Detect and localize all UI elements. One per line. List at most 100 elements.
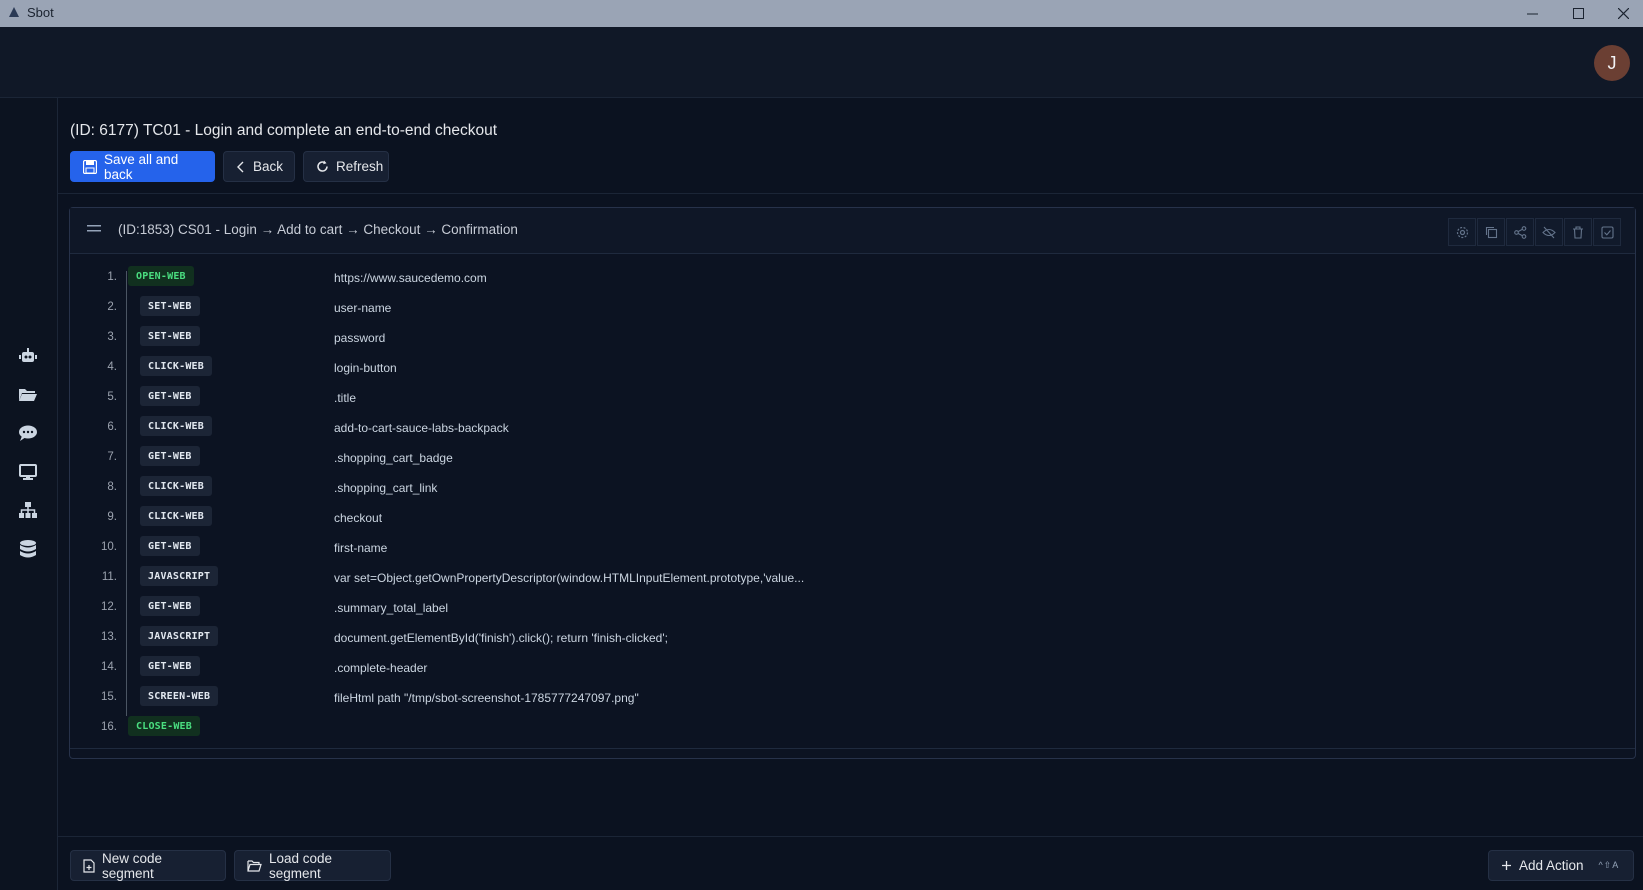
save-all-and-back-button[interactable]: Save all and back [70,151,215,182]
step-number: 7. [107,451,117,463]
action-badge[interactable]: JAVASCRIPT [140,566,219,586]
select-button[interactable] [1593,218,1621,246]
step-value: user-name [334,301,392,315]
step-value: document.getElementById('finish').click(… [334,631,668,645]
action-badge[interactable]: CLICK-WEB [140,356,212,376]
database-icon[interactable] [17,538,39,560]
step-value: https://www.saucedemo.com [334,271,487,285]
action-badge[interactable]: GET-WEB [140,446,200,466]
step-number: 12. [101,601,117,613]
step-number: 11. [101,571,117,583]
footer-divider [58,836,1643,837]
action-badge[interactable]: CLICK-WEB [140,506,212,526]
step-row[interactable]: 4. CLICK-WEB login-button [70,353,1635,383]
step-number: 8. [107,481,117,493]
action-badge[interactable]: SET-WEB [140,326,200,346]
step-row[interactable]: 2. SET-WEB user-name [70,293,1635,323]
action-badge[interactable]: GET-WEB [140,536,200,556]
close-icon [1617,8,1629,19]
step-number: 13. [101,631,117,643]
step-row[interactable]: 10. GET-WEB first-name [70,533,1635,563]
action-badge[interactable]: OPEN-WEB [128,266,194,286]
step-number: 14. [101,661,117,673]
step-value: password [334,331,386,345]
step-row[interactable]: 13. JAVASCRIPT document.getElementById('fi… [70,623,1635,653]
step-row[interactable]: 12. GET-WEB .summary_total_label [70,593,1635,623]
step-number: 15. [101,691,117,703]
action-badge[interactable]: GET-WEB [140,656,200,676]
folder-open-icon [247,860,262,872]
new-code-segment-label: New code segment [102,850,163,881]
step-row[interactable]: 1. OPEN-WEB https://www.saucedemo.com [70,263,1635,293]
step-value: .summary_total_label [334,601,449,615]
action-badge[interactable]: GET-WEB [140,596,200,616]
share-button[interactable] [1506,218,1534,246]
monitor-icon[interactable] [17,461,39,483]
step-number: 9. [107,511,117,523]
step-row[interactable]: 8. CLICK-WEB .shopping_cart_link [70,473,1635,503]
step-number: 2. [107,301,117,313]
avatar[interactable]: J [1594,45,1630,81]
check-square-icon [1600,225,1614,239]
sidebar [0,98,58,890]
load-code-segment-button[interactable]: Load code segment [234,850,391,881]
minimize-button[interactable] [1509,0,1555,27]
plus-icon [1502,861,1511,870]
add-action-shortcut: ^⇧A [1598,860,1620,870]
new-file-icon [83,858,95,873]
hide-icon [1542,226,1556,238]
header-divider [58,193,1643,194]
refresh-icon [317,160,328,172]
code-segment-panel: (ID:1853) CS01 - Login → Add to cart → C… [69,207,1636,759]
close-button[interactable] [1600,0,1643,27]
step-value: first-name [334,541,388,555]
step-row[interactable]: 5. GET-WEB .title [70,383,1635,413]
action-badge[interactable]: CLOSE-WEB [128,716,200,736]
step-row[interactable]: 11. JAVASCRIPT var set=Object.getOwnProper… [70,563,1635,593]
refresh-label: Refresh [336,159,384,174]
sitemap-icon[interactable] [17,499,39,521]
save-icon [83,159,97,174]
back-label: Back [253,159,284,174]
new-code-segment-button[interactable]: New code segment [70,850,226,881]
step-number: 3. [107,331,117,343]
folder-icon[interactable] [17,383,39,405]
maximize-icon [1572,8,1584,19]
step-row[interactable]: 3. SET-WEB password [70,323,1635,353]
drag-handle-icon[interactable] [87,224,101,233]
hide-button[interactable] [1535,218,1563,246]
action-badge[interactable]: CLICK-WEB [140,416,212,436]
action-badge[interactable]: SET-WEB [140,296,200,316]
delete-button[interactable] [1564,218,1592,246]
step-row[interactable]: 9. CLICK-WEB checkout [70,503,1635,533]
segment-title: (ID:1853) CS01 - Login → Add to cart → C… [118,222,518,237]
step-value: .shopping_cart_link [334,481,438,495]
add-action-button[interactable]: Add Action ^⇧A [1488,850,1634,881]
step-row[interactable]: 6. CLICK-WEB add-to-cart-sauce-labs-backpa… [70,413,1635,443]
window-title: Sbot [27,5,54,20]
chevron-left-icon [237,161,244,172]
steps-list: 1. OPEN-WEB https://www.saucedemo.com 2. SET… [70,253,1635,749]
action-badge[interactable]: SCREEN-WEB [140,686,219,706]
add-action-label: Add Action [1519,858,1584,873]
refresh-button[interactable]: Refresh [303,151,389,182]
step-row[interactable]: 16. CLOSE-WEB [70,713,1635,743]
step-row[interactable]: 14. GET-WEB .complete-header [70,653,1635,683]
app-icon [9,7,19,17]
chat-icon[interactable] [17,422,39,444]
window-titlebar: Sbot [0,0,1643,27]
copy-button[interactable] [1477,218,1505,246]
action-badge[interactable]: GET-WEB [140,386,200,406]
step-number: 4. [107,361,117,373]
save-all-and-back-label: Save all and back [104,151,179,182]
step-row[interactable]: 15. SCREEN-WEB fileHtml path "/tmp/sbot-sc… [70,683,1635,713]
settings-button[interactable] [1448,218,1476,246]
step-row[interactable]: 7. GET-WEB .shopping_cart_badge [70,443,1635,473]
maximize-button[interactable] [1555,0,1601,27]
action-badge[interactable]: JAVASCRIPT [140,626,219,646]
step-number: 5. [107,391,117,403]
robot-icon[interactable] [17,345,39,367]
action-badge[interactable]: CLICK-WEB [140,476,212,496]
back-button[interactable]: Back [223,151,295,182]
share-icon [1513,225,1526,239]
